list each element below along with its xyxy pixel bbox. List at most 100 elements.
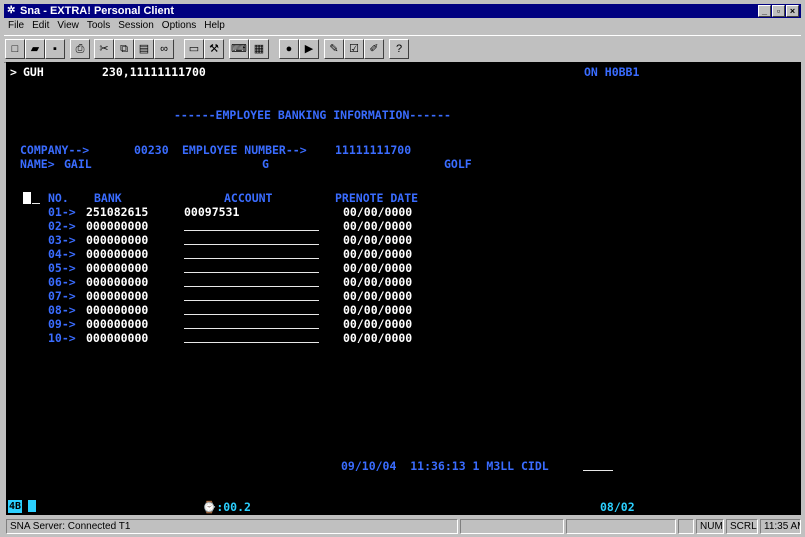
row-number: 02-> — [48, 219, 76, 233]
edit-icon[interactable]: ✎ — [324, 39, 344, 59]
window-title: Sna - EXTRA! Personal Client — [20, 5, 175, 17]
close-button[interactable]: × — [786, 5, 799, 17]
account-field[interactable] — [184, 244, 319, 245]
save-icon[interactable]: ▪ — [45, 39, 65, 59]
emulator-window: ✲ Sna - EXTRA! Personal Client _ ▫ × Fil… — [0, 0, 805, 537]
checkbox-icon[interactable]: ☑ — [344, 39, 364, 59]
account-field[interactable] — [184, 314, 319, 315]
company-label: COMPANY--> — [20, 143, 90, 157]
row-number: 01-> — [48, 205, 76, 219]
prenote-date-field[interactable]: 00/00/0000 — [343, 219, 412, 233]
status-bar: SNA Server: Connected T1 NUM SCRL 11:35 … — [4, 519, 801, 534]
tools-icon[interactable]: ⚒ — [204, 39, 224, 59]
header-prenote-date: PRENOTE DATE — [335, 191, 419, 205]
session-id: ON H0BB1 — [584, 65, 640, 79]
menu-bar: File Edit View Tools Session Options Hel… — [4, 19, 801, 33]
middle-initial: G — [262, 157, 269, 171]
footer-input-field[interactable] — [583, 470, 613, 471]
record-icon[interactable]: ● — [279, 39, 299, 59]
command-prompt: > — [10, 65, 17, 79]
row-number: 10-> — [48, 331, 76, 345]
bank-field[interactable]: 000000000 — [86, 275, 148, 289]
row-number: 06-> — [48, 275, 76, 289]
num-lock-indicator: NUM — [696, 519, 724, 534]
bank-field[interactable]: 000000000 — [86, 247, 148, 261]
quickpad-icon[interactable]: ▦ — [249, 39, 269, 59]
print-icon[interactable]: ⎙ — [70, 39, 90, 59]
keyboard-icon[interactable]: ⌨ — [229, 39, 249, 59]
prenote-date-field[interactable]: 00/00/0000 — [343, 275, 412, 289]
row-number: 09-> — [48, 317, 76, 331]
menu-view[interactable]: View — [53, 19, 83, 33]
account-field[interactable] — [184, 328, 319, 329]
first-name: GAIL — [64, 157, 92, 171]
bank-field[interactable]: 000000000 — [86, 219, 148, 233]
bank-field[interactable]: 000000000 — [86, 331, 148, 345]
clock: 11:35 AM — [760, 519, 801, 534]
open-icon[interactable]: ▰ — [25, 39, 45, 59]
minimize-button[interactable]: _ — [758, 5, 771, 17]
prenote-date-field[interactable]: 00/00/0000 — [343, 247, 412, 261]
status-panel-4 — [678, 519, 694, 534]
status-panel-2 — [460, 519, 564, 534]
selection-field[interactable] — [32, 203, 40, 204]
title-bar[interactable]: ✲ Sna - EXTRA! Personal Client _ ▫ × — [4, 4, 801, 18]
account-field[interactable] — [184, 286, 319, 287]
row-number: 05-> — [48, 261, 76, 275]
paste-icon[interactable]: ▤ — [134, 39, 154, 59]
oia-session-indicator: 4B — [8, 500, 23, 513]
terminal-screen[interactable]: > GUH 230,11111111700 ON H0BB1 ------EMP… — [6, 62, 801, 499]
menu-tools[interactable]: Tools — [83, 19, 114, 33]
menu-session[interactable]: Session — [114, 19, 158, 33]
bank-field[interactable]: 000000000 — [86, 261, 148, 275]
menu-help[interactable]: Help — [200, 19, 229, 33]
folder-icon[interactable]: ▭ — [184, 39, 204, 59]
account-field[interactable] — [184, 300, 319, 301]
command-code[interactable]: GUH — [23, 65, 44, 79]
toolbar: □ ▰ ▪ ⎙ ✂ ⧉ ▤ ∞ ▭ ⚒ ⌨ ▦ ● ▶ ✎ ☑ ✐ ? — [4, 35, 801, 63]
row-number: 07-> — [48, 289, 76, 303]
row-number: 03-> — [48, 233, 76, 247]
account-field[interactable] — [184, 258, 319, 259]
bank-field[interactable]: 251082615 — [86, 205, 148, 219]
prenote-date-field[interactable]: 00/00/0000 — [343, 317, 412, 331]
bank-field[interactable]: 000000000 — [86, 289, 148, 303]
bank-field[interactable]: 000000000 — [86, 317, 148, 331]
server-status: SNA Server: Connected T1 — [6, 519, 458, 534]
cut-icon[interactable]: ✂ — [94, 39, 114, 59]
row-number: 04-> — [48, 247, 76, 261]
text-cursor[interactable] — [23, 192, 31, 204]
bank-field[interactable]: 000000000 — [86, 303, 148, 317]
bank-field[interactable]: 000000000 — [86, 233, 148, 247]
copy-icon[interactable]: ⧉ — [114, 39, 134, 59]
menu-options[interactable]: Options — [158, 19, 200, 33]
prenote-date-field[interactable]: 00/00/0000 — [343, 303, 412, 317]
menu-file[interactable]: File — [4, 19, 28, 33]
scroll-lock-indicator: SCRL — [726, 519, 758, 534]
whats-this-icon[interactable]: ? — [389, 39, 409, 59]
app-icon: ✲ — [7, 5, 16, 16]
pencil-icon[interactable]: ✐ — [364, 39, 384, 59]
account-field[interactable]: 00097531 — [184, 205, 239, 219]
prenote-date-field[interactable]: 00/00/0000 — [343, 331, 412, 345]
operator-info-area: 4B ⌚:00.2 08/02 — [6, 499, 801, 515]
last-name: GOLF — [444, 157, 472, 171]
employee-number-label: EMPLOYEE NUMBER--> — [182, 143, 307, 157]
account-field[interactable] — [184, 342, 319, 343]
account-field[interactable] — [184, 230, 319, 231]
screen-heading: ------EMPLOYEE BANKING INFORMATION------ — [174, 108, 451, 122]
prenote-date-field[interactable]: 00/00/0000 — [343, 233, 412, 247]
oia-status-block — [28, 500, 36, 512]
menu-edit[interactable]: Edit — [28, 19, 53, 33]
command-args[interactable]: 230,11111111700 — [102, 65, 206, 79]
oia-cursor-position: 08/02 — [600, 500, 635, 514]
macro-icon[interactable]: ∞ — [154, 39, 174, 59]
prenote-date-field[interactable]: 00/00/0000 — [343, 289, 412, 303]
prenote-date-field[interactable]: 00/00/0000 — [343, 261, 412, 275]
play-icon[interactable]: ▶ — [299, 39, 319, 59]
maximize-button[interactable]: ▫ — [772, 5, 785, 17]
new-icon[interactable]: □ — [5, 39, 25, 59]
company-value: 00230 — [134, 143, 169, 157]
account-field[interactable] — [184, 272, 319, 273]
prenote-date-field[interactable]: 00/00/0000 — [343, 205, 412, 219]
